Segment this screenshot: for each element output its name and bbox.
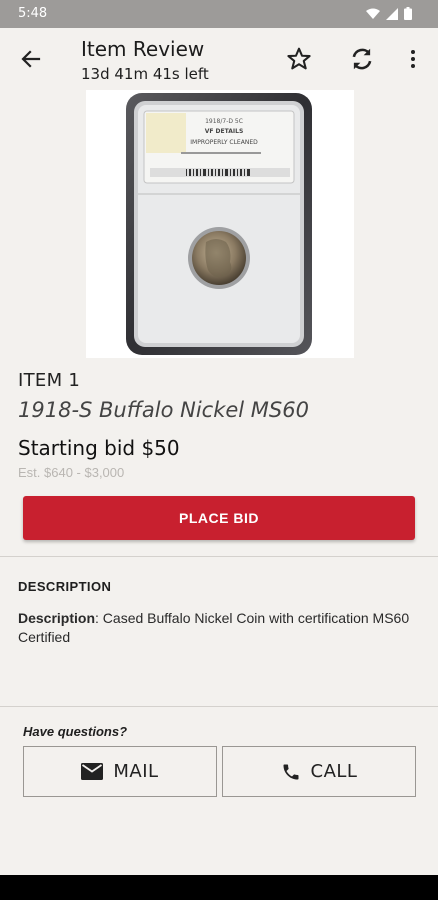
- item-number: ITEM 1: [18, 370, 81, 391]
- star-outline-icon: [287, 47, 311, 70]
- phone-icon: [283, 764, 299, 779]
- item-title: 1918-S Buffalo Nickel MS60: [18, 398, 309, 422]
- mail-icon: [81, 763, 104, 780]
- back-arrow-icon: [21, 50, 41, 68]
- signal-icon: [386, 7, 398, 20]
- divider: [0, 706, 438, 707]
- mail-button[interactable]: MAIL: [23, 746, 217, 797]
- call-button[interactable]: CALL: [222, 746, 416, 797]
- favorite-button[interactable]: [282, 42, 316, 76]
- description-label: Description: [18, 610, 96, 626]
- status-bar: 5:48: [0, 0, 438, 28]
- refresh-icon: [352, 48, 372, 70]
- page-title: Item Review: [81, 37, 205, 61]
- status-time: 5:48: [18, 6, 48, 21]
- description-heading: DESCRIPTION: [18, 579, 112, 594]
- status-icons: [366, 7, 412, 20]
- slab-label-line1: 1918/7-D 5C: [205, 118, 243, 125]
- description-text: Description: Cased Buffalo Nickel Coin w…: [18, 609, 428, 647]
- more-options-button[interactable]: [396, 42, 430, 76]
- battery-icon: [404, 7, 412, 20]
- back-button[interactable]: [14, 42, 48, 76]
- refresh-button[interactable]: [345, 42, 379, 76]
- coin-slab-image: 1918/7-D 5C VF DETAILS IMPROPERLY CLEANE…: [126, 93, 312, 355]
- questions-prompt: Have questions?: [23, 724, 128, 739]
- starting-bid: Starting bid $50: [18, 436, 180, 460]
- mail-label: MAIL: [113, 761, 159, 782]
- slab-label-line2: VF DETAILS: [205, 128, 244, 135]
- slab-label-line3: IMPROPERLY CLEANED: [190, 139, 258, 146]
- price-estimate: Est. $640 - $3,000: [18, 465, 125, 480]
- wifi-icon: [366, 8, 380, 19]
- call-label: CALL: [310, 761, 358, 782]
- system-navigation-bar: [0, 875, 438, 900]
- divider: [0, 556, 438, 557]
- time-remaining: 13d 41m 41s left: [81, 65, 209, 83]
- item-image[interactable]: 1918/7-D 5C VF DETAILS IMPROPERLY CLEANE…: [86, 90, 354, 358]
- app-bar: Item Review 13d 41m 41s left: [0, 28, 438, 90]
- more-vertical-icon: [411, 50, 415, 68]
- place-bid-button[interactable]: PLACE BID: [23, 496, 415, 540]
